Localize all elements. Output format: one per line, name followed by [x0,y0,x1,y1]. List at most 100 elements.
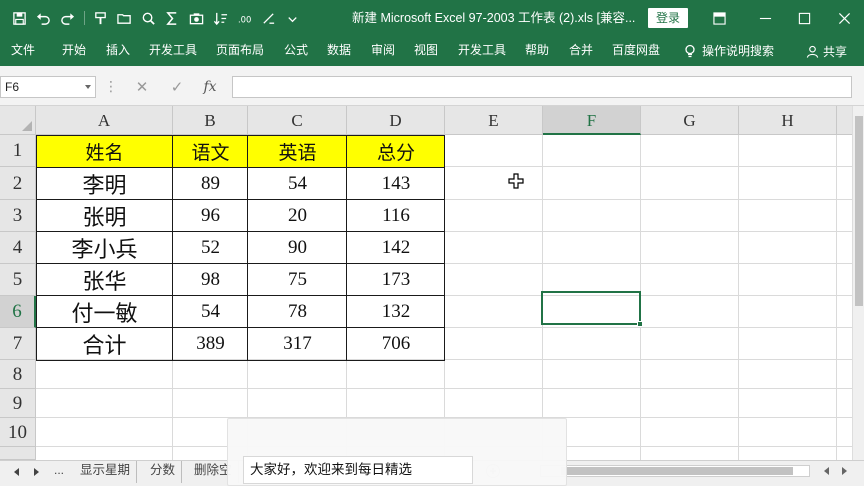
row-header-3[interactable]: 3 [0,200,36,232]
tab-merge[interactable]: 合并 [569,36,593,66]
table-cell[interactable]: 李明 [36,167,173,200]
sum-icon[interactable] [161,7,183,29]
sort-icon[interactable] [209,7,231,29]
table-header-cell[interactable]: 姓名 [36,135,173,167]
camera-icon[interactable] [185,7,207,29]
table-cell[interactable]: 173 [347,264,445,296]
sheet-tab-weekday[interactable]: 显示星期 [74,461,138,483]
row-header-7[interactable]: 7 [0,328,36,360]
formula-input[interactable] [232,76,852,98]
column-header-c[interactable]: C [248,106,347,135]
undo-icon[interactable] [32,7,54,29]
table-cell[interactable]: 89 [173,167,248,200]
table-cell[interactable]: 54 [248,167,347,200]
more-options-icon[interactable]: ⋮ [104,78,118,94]
more-sheets-button[interactable]: ... [54,463,64,477]
table-cell[interactable]: 75 [248,264,347,296]
column-header-partial[interactable] [837,106,852,135]
column-header-f[interactable]: F [543,106,641,135]
select-all-button[interactable] [0,106,36,135]
column-header-a[interactable]: A [36,106,173,135]
clear-format-icon[interactable] [257,7,279,29]
sheet-tab-score[interactable]: 分数 [144,461,183,483]
table-cell[interactable]: 54 [173,296,248,328]
tab-review[interactable]: 审阅 [371,36,395,66]
horizontal-scroll-thumb[interactable] [561,467,793,475]
formula-bar-expand[interactable] [852,76,864,98]
table-cell[interactable]: 143 [347,167,445,200]
table-cell[interactable]: 132 [347,296,445,328]
vertical-scroll-thumb[interactable] [855,116,863,306]
row-header-9[interactable]: 9 [0,389,36,418]
table-cell[interactable]: 合计 [36,328,173,360]
table-cell[interactable]: 389 [173,328,248,360]
find-icon[interactable] [137,7,159,29]
share-button[interactable]: 共享 [806,36,847,66]
previous-sheet-icon[interactable] [14,468,19,476]
table-header-cell[interactable]: 语文 [173,135,248,167]
tab-insert[interactable]: 插入 [106,36,130,66]
scroll-right-icon[interactable] [842,467,847,475]
close-icon[interactable] [826,0,862,36]
table-header-cell[interactable]: 总分 [347,135,445,167]
open-icon[interactable] [113,7,135,29]
column-header-b[interactable]: B [173,106,248,135]
tell-me-search[interactable]: 操作说明搜索 [683,36,774,66]
maximize-icon[interactable] [786,0,822,36]
row-header-6[interactable]: 6 [0,296,36,328]
tab-developer[interactable]: 开发工具 [149,36,197,66]
table-cell[interactable]: 张华 [36,264,173,296]
column-header-h[interactable]: H [739,106,837,135]
tab-file[interactable]: 文件 [11,36,35,66]
qat-more-icon[interactable] [281,7,303,29]
table-cell[interactable]: 78 [248,296,347,328]
next-sheet-icon[interactable] [34,468,39,476]
ribbon-display-icon[interactable] [701,0,737,36]
tab-data[interactable]: 数据 [327,36,351,66]
format-painter-icon[interactable] [89,7,111,29]
horizontal-scrollbar[interactable] [540,465,810,477]
row-header-8[interactable]: 8 [0,360,36,389]
column-header-e[interactable]: E [445,106,543,135]
table-cell[interactable]: 317 [248,328,347,360]
table-cell[interactable]: 付一敏 [36,296,173,328]
vertical-scrollbar[interactable] [852,106,864,462]
active-cell-selection[interactable] [541,291,641,325]
table-header-cell[interactable]: 英语 [248,135,347,167]
tab-baidu-netdisk[interactable]: 百度网盘 [612,36,660,66]
table-cell[interactable]: 20 [248,200,347,232]
tab-help[interactable]: 帮助 [525,36,549,66]
table-cell[interactable]: 706 [347,328,445,360]
row-header-partial[interactable] [0,447,36,460]
row-header-1[interactable]: 1 [0,135,36,167]
login-button[interactable]: 登录 [648,8,688,28]
tab-view[interactable]: 视图 [414,36,438,66]
table-cell[interactable]: 90 [248,232,347,264]
name-box[interactable]: F6 [0,76,96,98]
table-cell[interactable]: 张明 [36,200,173,232]
table-cell[interactable]: 96 [173,200,248,232]
column-header-d[interactable]: D [347,106,445,135]
tab-home[interactable]: 开始 [62,36,86,66]
table-cell[interactable]: 142 [347,232,445,264]
enter-icon[interactable]: ✓ [166,76,188,98]
fill-handle[interactable] [637,321,643,327]
tab-page-layout[interactable]: 页面布局 [216,36,264,66]
minimize-icon[interactable] [747,0,783,36]
insert-function-icon[interactable]: fx [199,76,221,98]
row-header-10[interactable]: 10 [0,418,36,447]
table-cell[interactable]: 李小兵 [36,232,173,264]
tab-formulas[interactable]: 公式 [284,36,308,66]
table-cell[interactable]: 52 [173,232,248,264]
row-header-2[interactable]: 2 [0,167,36,200]
tab-developer-2[interactable]: 开发工具 [458,36,506,66]
table-cell[interactable]: 116 [347,200,445,232]
row-header-5[interactable]: 5 [0,264,36,296]
cancel-icon[interactable]: ✕ [131,76,153,98]
scroll-left-icon[interactable] [824,467,829,475]
column-header-g[interactable]: G [641,106,739,135]
table-cell[interactable]: 98 [173,264,248,296]
save-icon[interactable] [8,7,30,29]
row-header-4[interactable]: 4 [0,232,36,264]
redo-icon[interactable] [56,7,78,29]
